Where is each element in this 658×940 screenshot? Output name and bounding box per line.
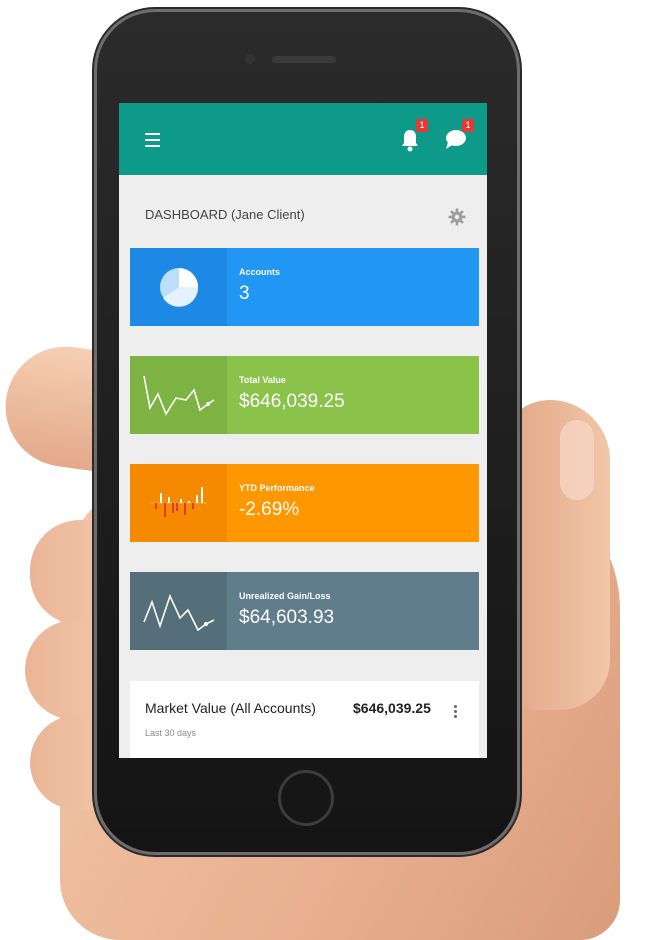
card-value: -2.69% [239,499,300,520]
ytd-performance-card[interactable]: YTD Performance -2.69% [130,464,479,542]
bar-chart-icon [130,464,227,542]
card-label: Accounts [239,267,281,277]
phone-speaker [272,56,336,63]
thumb-nail [560,420,594,500]
card-value: $646,039.25 [239,391,345,412]
notification-badge: 1 [416,119,428,132]
card-value: 3 [239,283,250,304]
dashboard-header: DASHBOARD (Jane Client) [119,175,487,249]
message-badge: 1 [462,119,474,132]
bell-icon[interactable]: 1 [398,119,428,153]
accounts-card[interactable]: Accounts 3 [130,248,479,326]
unrealized-gain-loss-card[interactable]: Unrealized Gain/Loss $64,603.93 [130,572,479,650]
pie-chart-icon [130,248,227,326]
market-value-amount: $646,039.25 [353,700,431,716]
card-value: $64,603.93 [239,607,335,628]
market-value-panel[interactable]: Market Value (All Accounts) $646,039.25 … [130,681,479,758]
market-value-period: Last 30 days [145,728,197,738]
front-camera [245,54,255,64]
app-bar: 1 1 [119,103,487,175]
card-label: Total Value [239,375,286,385]
hamburger-menu-icon[interactable] [145,133,160,151]
card-label: Unrealized Gain/Loss [239,591,331,601]
page-title: DASHBOARD (Jane Client) [145,207,305,222]
market-value-title: Market Value (All Accounts) [145,700,316,716]
home-button[interactable] [278,770,334,826]
total-value-card[interactable]: Total Value $646,039.25 [130,356,479,434]
chat-bubble-icon[interactable]: 1 [444,119,474,151]
card-label: YTD Performance [239,483,315,493]
more-vert-icon[interactable] [454,705,458,720]
phone-screen: 1 1 DASHBOARD (Jane Client) Accounts 3 T… [119,103,487,758]
line-chart-icon [130,572,227,650]
gear-icon[interactable] [448,208,466,226]
line-chart-icon [130,356,227,434]
